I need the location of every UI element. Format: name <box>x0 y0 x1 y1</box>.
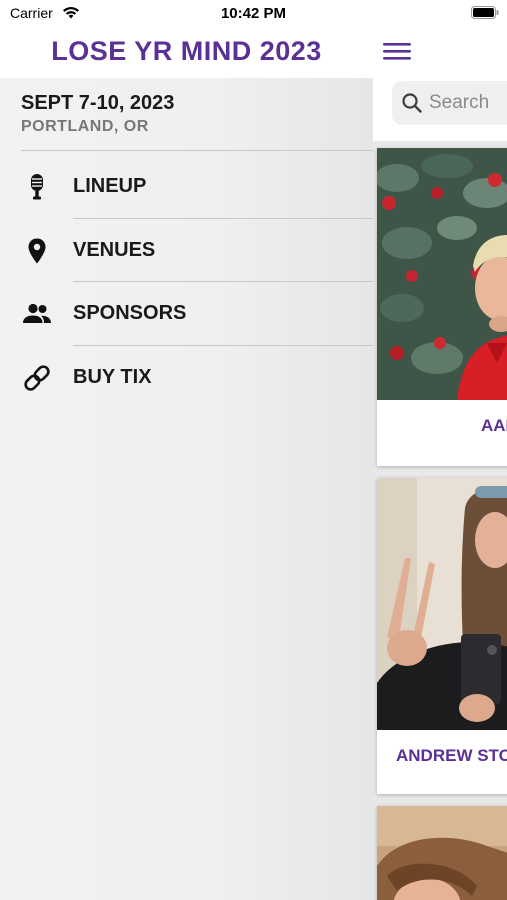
main-content: Search AAI <box>373 26 507 900</box>
hamburger-menu-icon[interactable] <box>381 40 413 62</box>
microphone-icon <box>31 174 43 200</box>
artist-card[interactable]: AAI <box>377 148 507 466</box>
nav-label-venues: VENUES <box>73 238 156 261</box>
artist-photo <box>377 148 507 400</box>
nav-item-sponsors[interactable]: SPONSORS <box>0 282 373 346</box>
artist-photo <box>377 478 507 730</box>
clock: 10:42 PM <box>220 5 287 22</box>
nav-label-buy-tix: BUY TIX <box>73 365 152 388</box>
link-icon <box>24 364 50 391</box>
side-drawer: LOSE YR MIND 2023 SEPT 7-10, 2023 PORTLA… <box>0 26 373 900</box>
drawer-nav: LINEUP VENUES SPONSORS BUY TIX <box>0 155 373 409</box>
festival-title: LOSE YR MIND 2023 <box>51 36 322 66</box>
nav-item-buy-tix[interactable]: BUY TIX <box>0 346 373 410</box>
drawer-header: LOSE YR MIND 2023 <box>0 26 373 78</box>
divider <box>21 150 373 151</box>
search-icon <box>402 93 422 113</box>
event-location: PORTLAND, OR <box>21 118 149 135</box>
nav-item-venues[interactable]: VENUES <box>0 219 373 282</box>
nav-label-sponsors: SPONSORS <box>73 302 187 324</box>
artist-photo <box>377 806 507 900</box>
nav-item-lineup[interactable]: LINEUP <box>0 155 373 219</box>
search-input[interactable]: Search <box>392 81 507 125</box>
artist-name-bar: ANDREW STO <box>377 730 507 794</box>
search-placeholder: Search <box>429 92 490 113</box>
location-pin-icon <box>28 238 46 263</box>
battery-icon <box>471 6 499 19</box>
people-icon <box>23 303 51 323</box>
artist-name-bar: AAI <box>377 400 507 466</box>
artist-card[interactable]: ANDREW STO <box>377 478 507 794</box>
status-bar: Carrier 10:42 PM <box>0 0 507 26</box>
artist-name: AAI <box>481 416 507 435</box>
event-dates: SEPT 7-10, 2023 <box>21 92 175 114</box>
artist-card[interactable] <box>377 806 507 900</box>
nav-label-lineup: LINEUP <box>73 175 147 197</box>
artist-name: ANDREW STO <box>396 746 507 765</box>
